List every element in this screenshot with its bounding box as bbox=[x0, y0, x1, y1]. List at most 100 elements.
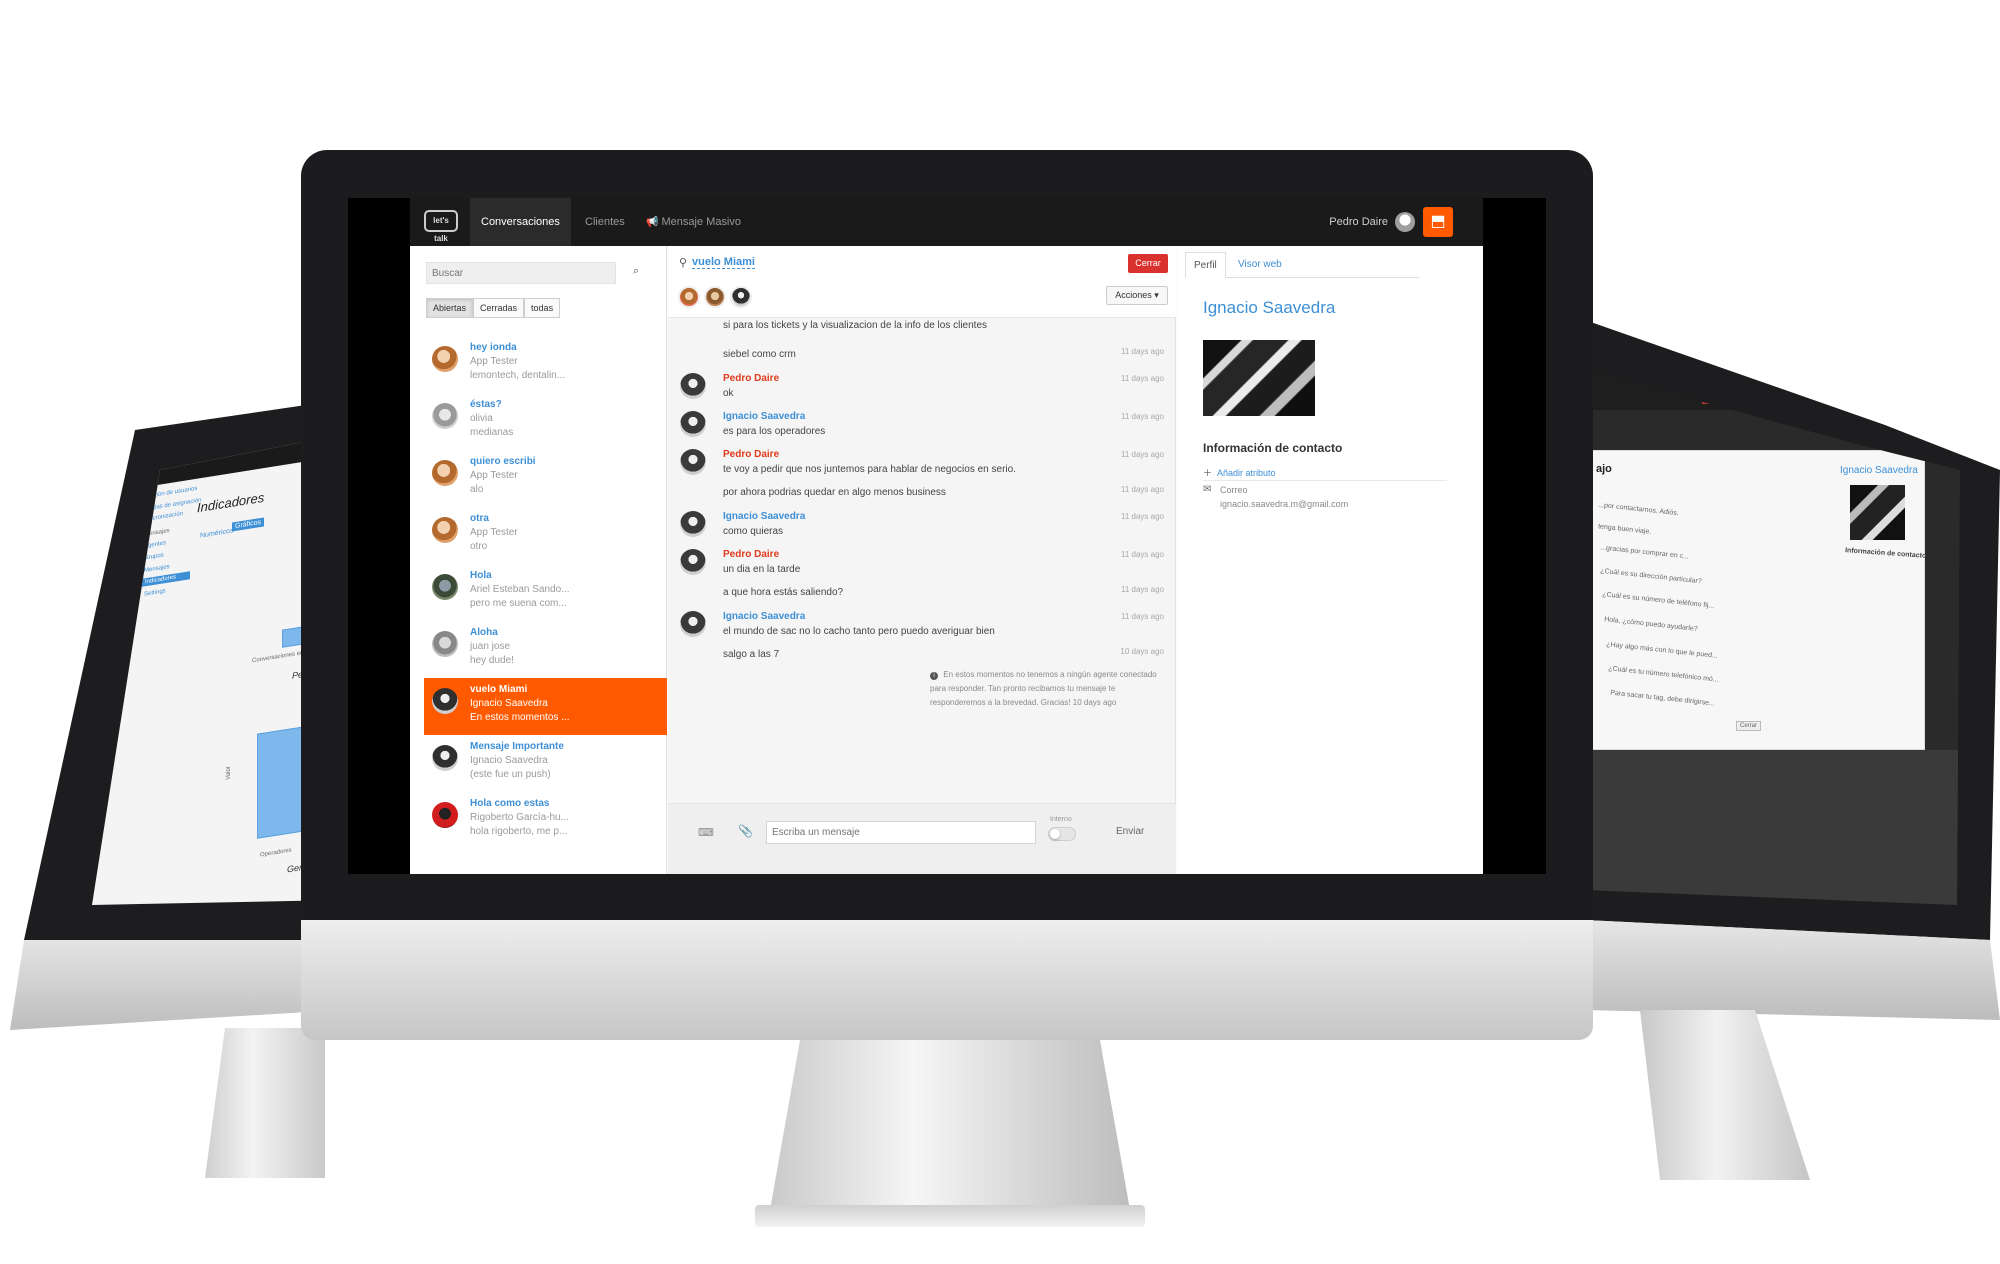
message-avatar bbox=[680, 611, 706, 637]
conversation-item[interactable]: éstas? olivia medianas bbox=[424, 393, 667, 450]
conversation-title: éstas? bbox=[470, 399, 502, 410]
message-author: Ignacio Saavedra bbox=[723, 511, 806, 522]
internal-toggle[interactable] bbox=[1048, 827, 1076, 841]
conversation-avatar bbox=[432, 745, 458, 771]
conversation-item[interactable]: quiero escribi App Tester alo bbox=[424, 450, 667, 507]
right-modal-line[interactable]: tenga buen viaje. bbox=[1598, 523, 1652, 536]
main-monitor-stand bbox=[770, 1040, 1130, 1210]
filter-abiertas[interactable]: Abiertas bbox=[426, 298, 474, 318]
conversation-avatar bbox=[432, 688, 458, 714]
conversation-avatar bbox=[432, 802, 458, 828]
envelope-icon: ✉ bbox=[1203, 484, 1212, 495]
conversation-preview: alo bbox=[470, 484, 484, 495]
send-button[interactable]: Enviar bbox=[1116, 826, 1144, 837]
conversation-item-active[interactable]: vuelo Miami Ignacio Saavedra En estos mo… bbox=[424, 678, 667, 735]
conversation-preview: hola rigoberto, me p... bbox=[470, 826, 568, 837]
app-logo[interactable]: let's talk bbox=[424, 210, 458, 243]
conversation-item[interactable]: Hola como estas Rigoberto García-hu... h… bbox=[424, 792, 667, 849]
conversation-title: quiero escribi bbox=[470, 456, 536, 467]
conversation-contact: juan jose bbox=[470, 641, 511, 652]
nav-tab-conversaciones[interactable]: Conversaciones bbox=[470, 198, 571, 246]
email-value[interactable]: ignacio.saavedra.m@gmail.com bbox=[1220, 499, 1348, 509]
left-menu-item-active[interactable]: Indicadores bbox=[142, 571, 191, 587]
conversation-contact: App Tester bbox=[470, 527, 518, 538]
right-modal-title: ajo bbox=[1596, 463, 1612, 475]
main-monitor-chin bbox=[301, 920, 1593, 1040]
message-time: 11 days ago bbox=[1121, 612, 1164, 621]
contact-name: Ignacio Saavedra bbox=[1203, 298, 1336, 317]
tab-perfil[interactable]: Perfil bbox=[1185, 252, 1226, 278]
right-modal-line[interactable]: ¿Cuál es su número de teléfono fij... bbox=[1602, 591, 1715, 610]
conversation-item[interactable]: Hola Ariel Esteban Sando... pero me suen… bbox=[424, 564, 667, 621]
right-modal-line[interactable]: ...por contactarnos. Adiós. bbox=[1598, 502, 1679, 517]
filter-todas[interactable]: todas bbox=[524, 298, 561, 318]
left-chart-bar-main bbox=[257, 726, 305, 839]
message-text: siebel como crm bbox=[723, 349, 796, 360]
message-text: un dia en la tarde bbox=[723, 564, 801, 575]
keyboard-icon[interactable]: ⌨ bbox=[698, 826, 714, 839]
add-attribute-link[interactable]: ＋ Añadir atributo bbox=[1203, 466, 1276, 479]
right-profile-photo bbox=[1850, 485, 1905, 540]
paperclip-icon[interactable]: 📎 bbox=[738, 824, 753, 838]
left-monitor-tab-numeric[interactable]: Numéricos bbox=[200, 527, 233, 539]
right-modal-line[interactable]: Hola, ¿cómo puedo ayudarle? bbox=[1604, 616, 1698, 633]
nav-tab-clientes[interactable]: Clientes bbox=[574, 198, 636, 246]
participant-avatar[interactable] bbox=[730, 286, 752, 308]
participant-avatar[interactable] bbox=[704, 286, 726, 308]
conversation-item[interactable]: Mensaje Importante Ignacio Saavedra (est… bbox=[424, 735, 667, 792]
right-modal-line[interactable]: ¿Cuál es tu número telefónico mó... bbox=[1608, 665, 1719, 684]
search-input[interactable] bbox=[426, 262, 616, 284]
right-modal-line[interactable]: Para sacar tu tag, debe dirigirse... bbox=[1610, 690, 1715, 708]
nav-tab-mensaje-masivo[interactable]: 📢 Mensaje Masivo bbox=[635, 198, 752, 246]
system-message-text: En estos momentos no tenemos a ningún ag… bbox=[930, 670, 1157, 707]
chat-bubble-icon[interactable]: ⬒ bbox=[1423, 207, 1453, 237]
message-text: si para los tickets y la visualizacion d… bbox=[723, 320, 988, 331]
conversation-title: vuelo Miami bbox=[470, 684, 528, 695]
left-menu-item[interactable]: Grupos bbox=[144, 552, 164, 561]
chat-title[interactable]: vuelo Miami bbox=[692, 256, 755, 269]
conversation-contact: Ignacio Saavedra bbox=[470, 698, 548, 709]
participant-avatar[interactable] bbox=[678, 286, 700, 308]
conversation-contact: App Tester bbox=[470, 356, 518, 367]
right-monitor-stand bbox=[1640, 1010, 1810, 1180]
left-monitor-chin bbox=[10, 940, 340, 1030]
right-modal-line[interactable]: ¿Cuál es su dirección particular? bbox=[1600, 568, 1702, 586]
conversation-avatar bbox=[432, 574, 458, 600]
user-avatar[interactable] bbox=[1395, 212, 1415, 232]
actions-dropdown[interactable]: Acciones ▾ bbox=[1106, 286, 1168, 305]
message-input[interactable] bbox=[766, 821, 1036, 844]
message-avatar bbox=[680, 511, 706, 537]
left-menu-item[interactable]: Settings bbox=[144, 588, 166, 597]
right-modal-line[interactable]: ¿Hay algo más con lo que le pued... bbox=[1606, 641, 1718, 660]
conversation-item[interactable]: hey ionda App Tester lemontech, dentalin… bbox=[424, 336, 667, 393]
message-time: 11 days ago bbox=[1121, 450, 1164, 459]
close-conversation-button[interactable]: Cerrar bbox=[1128, 254, 1168, 273]
conversation-contact: olivia bbox=[470, 413, 493, 424]
conversation-preview: otro bbox=[470, 541, 488, 552]
contact-photo bbox=[1203, 340, 1315, 416]
top-navbar: let's talk Conversaciones Clientes 📢 Men… bbox=[410, 198, 1483, 246]
system-message: i En estos momentos no tenemos a ningún … bbox=[930, 668, 1162, 710]
search-icon[interactable]: ⌕ bbox=[633, 265, 639, 278]
message-text: por ahora podrias quedar en algo menos b… bbox=[723, 487, 946, 498]
conversation-title: Mensaje Importante bbox=[470, 741, 564, 752]
conversation-title: hey ionda bbox=[470, 342, 517, 353]
conversation-item[interactable]: otra App Tester otro bbox=[424, 507, 667, 564]
conversation-filter-group: Abiertas Cerradas todas bbox=[426, 298, 561, 318]
conversation-item[interactable]: Aloha juan jose hey dude! bbox=[424, 621, 667, 678]
chat-panel: ⚲ vuelo Miami Cerrar Acciones ▾ si para … bbox=[668, 246, 1176, 874]
left-monitor-tab-charts[interactable]: Gráficos bbox=[232, 517, 265, 532]
message-text: ok bbox=[723, 388, 734, 399]
right-modal-line[interactable]: ...gracias por comprar en c... bbox=[1600, 544, 1689, 560]
right-modal-close-button[interactable]: Cerrar bbox=[1736, 721, 1762, 731]
main-monitor-stand-base bbox=[755, 1205, 1145, 1227]
message-composer: ⌨ 📎 Interno Enviar bbox=[668, 803, 1176, 874]
current-user-name[interactable]: Pedro Daire bbox=[1329, 198, 1388, 246]
message-text: a que hora estás saliendo? bbox=[723, 587, 844, 598]
profile-tabs: Perfil Visor web bbox=[1185, 252, 1419, 278]
tab-visor-web[interactable]: Visor web bbox=[1230, 252, 1290, 278]
left-menu-item[interactable]: Mensajes bbox=[144, 564, 170, 574]
message-avatar bbox=[680, 549, 706, 575]
filter-cerradas[interactable]: Cerradas bbox=[473, 298, 525, 318]
conversation-preview: En estos momentos ... bbox=[470, 712, 570, 723]
